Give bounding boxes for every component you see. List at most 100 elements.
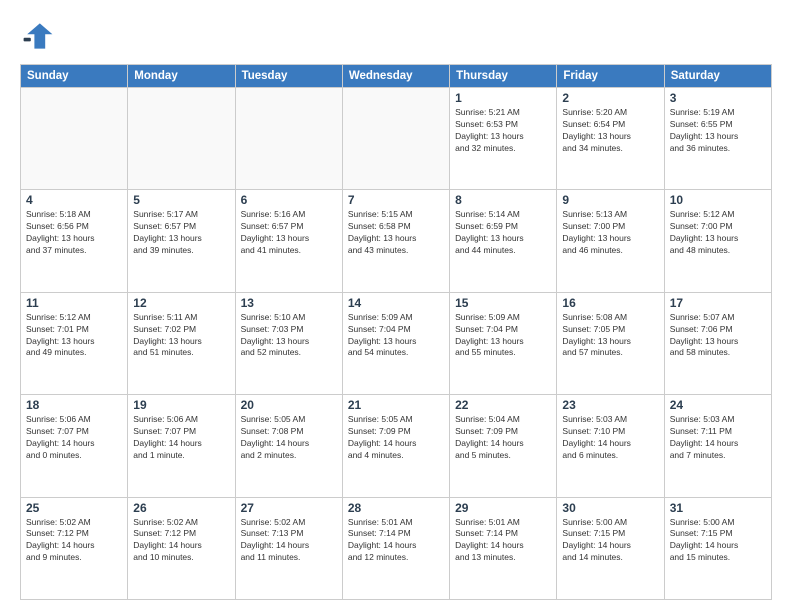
calendar-cell: 25 Sunrise: 5:02 AM Sunset: 7:12 PM Dayli… (21, 497, 128, 599)
day-number: 4 (26, 193, 122, 207)
day-number: 19 (133, 398, 229, 412)
calendar-cell: 22Sunrise: 5:04 AM Sunset: 7:09 PM Dayli… (450, 395, 557, 497)
header (20, 18, 772, 54)
day-info: Sunrise: 5:01 AM Sunset: 7:14 PM Dayligh… (348, 517, 444, 565)
day-number: 28 (348, 501, 444, 515)
calendar-cell: 31 Sunrise: 5:00 AM Sunset: 7:15 PM Dayli… (664, 497, 771, 599)
calendar-cell: 16 Sunrise: 5:08 AM Sunset: 7:05 PM Dayli… (557, 292, 664, 394)
weekday-header-thursday: Thursday (450, 65, 557, 88)
calendar-cell: 14Sunrise: 5:09 AM Sunset: 7:04 PM Dayli… (342, 292, 449, 394)
calendar-cell: 29Sunrise: 5:01 AM Sunset: 7:14 PM Dayli… (450, 497, 557, 599)
day-number: 6 (241, 193, 337, 207)
calendar-week-1: 4 Sunrise: 5:18 AM Sunset: 6:56 PM Daylig… (21, 190, 772, 292)
weekday-header-saturday: Saturday (664, 65, 771, 88)
calendar-cell: 30Sunrise: 5:00 AM Sunset: 7:15 PM Dayli… (557, 497, 664, 599)
page: SundayMondayTuesdayWednesdayThursdayFrid… (0, 0, 792, 612)
day-number: 22 (455, 398, 551, 412)
calendar-week-4: 25 Sunrise: 5:02 AM Sunset: 7:12 PM Dayli… (21, 497, 772, 599)
day-number: 13 (241, 296, 337, 310)
calendar-cell: 9Sunrise: 5:13 AM Sunset: 7:00 PM Daylig… (557, 190, 664, 292)
day-number: 5 (133, 193, 229, 207)
day-number: 3 (670, 91, 766, 105)
day-info: Sunrise: 5:20 AM Sunset: 6:54 PM Dayligh… (562, 107, 658, 155)
day-number: 20 (241, 398, 337, 412)
day-info: Sunrise: 5:21 AM Sunset: 6:53 PM Dayligh… (455, 107, 551, 155)
day-info: Sunrise: 5:06 AM Sunset: 7:07 PM Dayligh… (26, 414, 122, 462)
calendar-cell: 18Sunrise: 5:06 AM Sunset: 7:07 PM Dayli… (21, 395, 128, 497)
calendar-cell (342, 88, 449, 190)
day-number: 31 (670, 501, 766, 515)
day-number: 2 (562, 91, 658, 105)
weekday-header-tuesday: Tuesday (235, 65, 342, 88)
day-info: Sunrise: 5:17 AM Sunset: 6:57 PM Dayligh… (133, 209, 229, 257)
calendar-cell: 24 Sunrise: 5:03 AM Sunset: 7:11 PM Dayli… (664, 395, 771, 497)
day-number: 29 (455, 501, 551, 515)
calendar-body: 1 Sunrise: 5:21 AM Sunset: 6:53 PM Daylig… (21, 88, 772, 600)
day-number: 12 (133, 296, 229, 310)
day-number: 27 (241, 501, 337, 515)
day-info: Sunrise: 5:03 AM Sunset: 7:10 PM Dayligh… (562, 414, 658, 462)
calendar-cell: 4 Sunrise: 5:18 AM Sunset: 6:56 PM Daylig… (21, 190, 128, 292)
logo (20, 18, 60, 54)
calendar-cell (128, 88, 235, 190)
weekday-header-sunday: Sunday (21, 65, 128, 88)
calendar-cell: 23 Sunrise: 5:03 AM Sunset: 7:10 PM Dayli… (557, 395, 664, 497)
day-number: 25 (26, 501, 122, 515)
day-info: Sunrise: 5:05 AM Sunset: 7:09 PM Dayligh… (348, 414, 444, 462)
day-info: Sunrise: 5:00 AM Sunset: 7:15 PM Dayligh… (670, 517, 766, 565)
day-info: Sunrise: 5:15 AM Sunset: 6:58 PM Dayligh… (348, 209, 444, 257)
calendar-cell: 5 Sunrise: 5:17 AM Sunset: 6:57 PM Daylig… (128, 190, 235, 292)
day-info: Sunrise: 5:05 AM Sunset: 7:08 PM Dayligh… (241, 414, 337, 462)
day-info: Sunrise: 5:16 AM Sunset: 6:57 PM Dayligh… (241, 209, 337, 257)
calendar-cell: 28 Sunrise: 5:01 AM Sunset: 7:14 PM Dayli… (342, 497, 449, 599)
day-number: 24 (670, 398, 766, 412)
calendar-cell: 20 Sunrise: 5:05 AM Sunset: 7:08 PM Dayli… (235, 395, 342, 497)
day-info: Sunrise: 5:12 AM Sunset: 7:01 PM Dayligh… (26, 312, 122, 360)
day-number: 16 (562, 296, 658, 310)
weekday-header-monday: Monday (128, 65, 235, 88)
day-number: 11 (26, 296, 122, 310)
day-info: Sunrise: 5:00 AM Sunset: 7:15 PM Dayligh… (562, 517, 658, 565)
day-info: Sunrise: 5:19 AM Sunset: 6:55 PM Dayligh… (670, 107, 766, 155)
calendar-cell (235, 88, 342, 190)
calendar-cell: 13 Sunrise: 5:10 AM Sunset: 7:03 PM Dayli… (235, 292, 342, 394)
calendar-cell: 21Sunrise: 5:05 AM Sunset: 7:09 PM Dayli… (342, 395, 449, 497)
calendar-week-0: 1 Sunrise: 5:21 AM Sunset: 6:53 PM Daylig… (21, 88, 772, 190)
day-number: 8 (455, 193, 551, 207)
calendar-cell: 27 Sunrise: 5:02 AM Sunset: 7:13 PM Dayli… (235, 497, 342, 599)
calendar-cell: 3 Sunrise: 5:19 AM Sunset: 6:55 PM Daylig… (664, 88, 771, 190)
calendar-cell: 15Sunrise: 5:09 AM Sunset: 7:04 PM Dayli… (450, 292, 557, 394)
day-info: Sunrise: 5:14 AM Sunset: 6:59 PM Dayligh… (455, 209, 551, 257)
calendar-cell: 2 Sunrise: 5:20 AM Sunset: 6:54 PM Daylig… (557, 88, 664, 190)
calendar-cell: 10Sunrise: 5:12 AM Sunset: 7:00 PM Dayli… (664, 190, 771, 292)
day-number: 9 (562, 193, 658, 207)
weekday-header-friday: Friday (557, 65, 664, 88)
day-number: 26 (133, 501, 229, 515)
day-info: Sunrise: 5:09 AM Sunset: 7:04 PM Dayligh… (455, 312, 551, 360)
calendar-cell: 19 Sunrise: 5:06 AM Sunset: 7:07 PM Dayli… (128, 395, 235, 497)
day-info: Sunrise: 5:10 AM Sunset: 7:03 PM Dayligh… (241, 312, 337, 360)
calendar-table: SundayMondayTuesdayWednesdayThursdayFrid… (20, 64, 772, 600)
weekday-header-wednesday: Wednesday (342, 65, 449, 88)
day-number: 10 (670, 193, 766, 207)
day-info: Sunrise: 5:02 AM Sunset: 7:12 PM Dayligh… (26, 517, 122, 565)
calendar-week-2: 11 Sunrise: 5:12 AM Sunset: 7:01 PM Dayli… (21, 292, 772, 394)
day-info: Sunrise: 5:02 AM Sunset: 7:13 PM Dayligh… (241, 517, 337, 565)
day-info: Sunrise: 5:11 AM Sunset: 7:02 PM Dayligh… (133, 312, 229, 360)
calendar-cell: 11 Sunrise: 5:12 AM Sunset: 7:01 PM Dayli… (21, 292, 128, 394)
day-info: Sunrise: 5:09 AM Sunset: 7:04 PM Dayligh… (348, 312, 444, 360)
day-number: 23 (562, 398, 658, 412)
day-info: Sunrise: 5:02 AM Sunset: 7:12 PM Dayligh… (133, 517, 229, 565)
calendar-cell: 6 Sunrise: 5:16 AM Sunset: 6:57 PM Daylig… (235, 190, 342, 292)
calendar-cell (21, 88, 128, 190)
day-info: Sunrise: 5:06 AM Sunset: 7:07 PM Dayligh… (133, 414, 229, 462)
calendar-cell: 17Sunrise: 5:07 AM Sunset: 7:06 PM Dayli… (664, 292, 771, 394)
day-number: 7 (348, 193, 444, 207)
calendar-cell: 26 Sunrise: 5:02 AM Sunset: 7:12 PM Dayli… (128, 497, 235, 599)
calendar-week-3: 18Sunrise: 5:06 AM Sunset: 7:07 PM Dayli… (21, 395, 772, 497)
calendar-cell: 12 Sunrise: 5:11 AM Sunset: 7:02 PM Dayli… (128, 292, 235, 394)
day-number: 1 (455, 91, 551, 105)
day-info: Sunrise: 5:18 AM Sunset: 6:56 PM Dayligh… (26, 209, 122, 257)
day-info: Sunrise: 5:08 AM Sunset: 7:05 PM Dayligh… (562, 312, 658, 360)
day-info: Sunrise: 5:03 AM Sunset: 7:11 PM Dayligh… (670, 414, 766, 462)
